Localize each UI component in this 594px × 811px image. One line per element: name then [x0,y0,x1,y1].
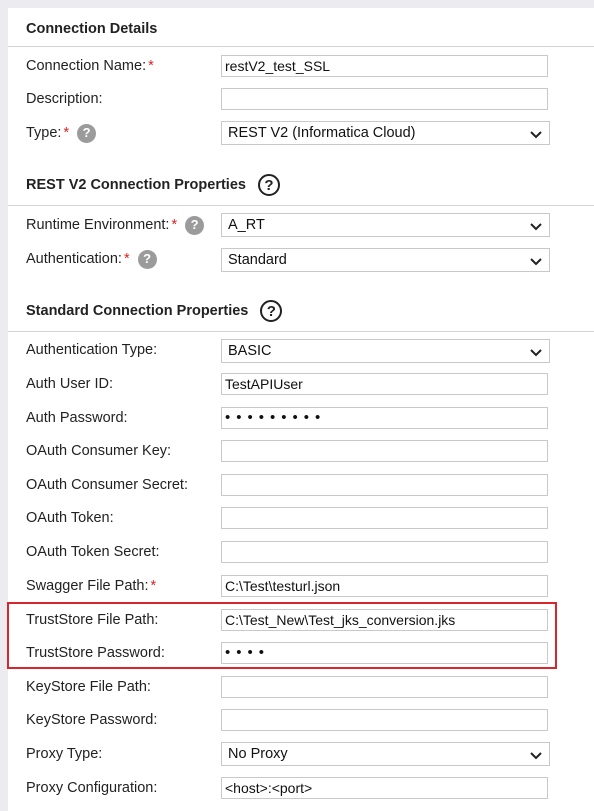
authentication-select[interactable]: Standard [221,248,550,272]
help-icon[interactable]: ? [137,249,157,269]
proxy-type-label: Proxy Type: [26,746,103,762]
type-label: Type: * ? [26,122,97,144]
section-title-standard: Standard Connection Properties ? [26,300,283,322]
required-asterisk: * [148,58,154,74]
oauth-token-secret-label: OAuth Token Secret: [26,544,160,560]
auth-password-input[interactable]: ••••••••• [221,407,548,429]
proxy-type-value: No Proxy [228,746,288,762]
runtime-environment-select[interactable]: A_RT [221,213,550,237]
highlight-box [7,602,557,669]
section-divider [8,331,594,332]
help-icon[interactable]: ? [185,215,205,235]
chevron-down-icon [530,131,542,139]
auth-password-label: Auth Password: [26,410,128,426]
section-title-connection-details: Connection Details [26,21,157,37]
keystore-password-input[interactable] [221,709,548,731]
keystore-file-path-label: KeyStore File Path: [26,679,151,695]
required-asterisk: * [63,125,70,141]
section-title-text: REST V2 Connection Properties [26,177,246,193]
oauth-consumer-secret-input[interactable] [221,474,548,496]
keystore-file-path-input[interactable] [221,676,548,698]
auth-user-id-input[interactable]: TestAPIUser [221,373,548,395]
section-title-text: Standard Connection Properties [26,303,249,319]
keystore-password-label: KeyStore Password: [26,712,158,728]
top-edge-bar [0,0,594,8]
section-title-text: Connection Details [26,21,158,37]
runtime-environment-label: Runtime Environment: * ? [26,214,205,236]
authentication-type-label: Authentication Type: [26,342,158,358]
proxy-configuration-label: Proxy Configuration: [26,780,158,796]
authentication-type-value: BASIC [228,343,272,359]
authentication-label: Authentication: * ? [26,248,157,270]
authentication-type-select[interactable]: BASIC [221,339,550,363]
chevron-down-icon [530,349,542,357]
chevron-down-icon [530,752,542,760]
chevron-down-icon [530,258,542,266]
oauth-consumer-key-label: OAuth Consumer Key: [26,443,172,459]
oauth-consumer-secret-label: OAuth Consumer Secret: [26,477,188,493]
proxy-configuration-input[interactable]: <host>:<port> [221,777,548,799]
oauth-token-label: OAuth Token: [26,510,114,526]
oauth-token-input[interactable] [221,507,548,529]
section-divider [8,46,594,47]
connection-name-input[interactable]: restV2_test_SSL [221,55,548,77]
help-icon[interactable]: ? [260,300,283,322]
required-asterisk: * [150,578,157,594]
proxy-type-select[interactable]: No Proxy [221,742,550,766]
left-edge-bar [0,0,8,811]
chevron-down-icon [530,223,542,231]
section-title-rest-v2: REST V2 Connection Properties ? [26,174,280,196]
authentication-value: Standard [228,252,287,268]
oauth-consumer-key-input[interactable] [221,440,548,462]
swagger-file-path-label: Swagger File Path: * [26,575,156,597]
type-select-value: REST V2 (Informatica Cloud) [228,125,416,141]
auth-user-id-label: Auth User ID: [26,376,114,392]
swagger-file-path-input[interactable]: C:\Test\testurl.json [221,575,548,597]
required-asterisk: * [123,251,130,267]
section-divider [8,205,594,206]
connection-name-label: Connection Name: * [26,55,154,77]
help-icon[interactable]: ? [77,123,97,143]
runtime-environment-value: A_RT [228,217,265,233]
type-select[interactable]: REST V2 (Informatica Cloud) [221,121,550,145]
description-label: Description: [26,91,103,107]
required-asterisk: * [171,217,178,233]
description-input[interactable] [221,88,548,110]
help-icon[interactable]: ? [257,174,280,196]
oauth-token-secret-input[interactable] [221,541,548,563]
